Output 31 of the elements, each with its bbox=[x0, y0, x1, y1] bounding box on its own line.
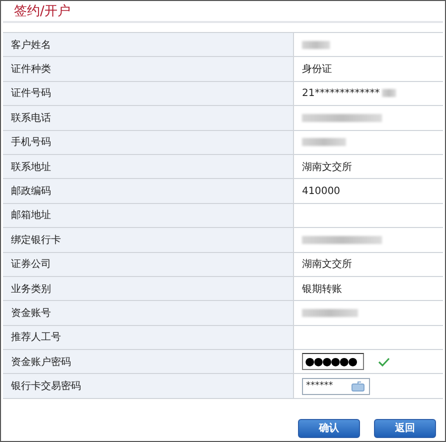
redacted-value bbox=[382, 89, 396, 98]
field-label: 证件种类 bbox=[3, 57, 294, 81]
field-label: 联系电话 bbox=[3, 106, 294, 130]
field-label: 邮政编码 bbox=[3, 179, 294, 203]
field-value: 湖南文交所 bbox=[302, 160, 352, 174]
redacted-value bbox=[302, 138, 346, 146]
field-label: 银行卡交易密码 bbox=[3, 374, 294, 398]
field-label: 联系地址 bbox=[3, 154, 294, 178]
field-value: 银期转账 bbox=[302, 282, 342, 296]
redacted-value bbox=[302, 308, 358, 317]
field-label: 手机号码 bbox=[3, 130, 294, 154]
field-label: 证件号码 bbox=[3, 82, 294, 106]
field-label: 资金账户密码 bbox=[3, 350, 294, 374]
field-label: 客户姓名 bbox=[3, 33, 294, 56]
password-field[interactable]: ●●●●●● bbox=[302, 353, 364, 370]
action-button[interactable]: 返回 bbox=[374, 418, 436, 438]
field-value: 身份证 bbox=[302, 63, 332, 76]
page-title: 签约/开户 bbox=[13, 3, 72, 20]
field-value: 湖南文交所 bbox=[302, 258, 352, 272]
field-label: 邮箱地址 bbox=[3, 204, 294, 228]
password-field[interactable]: ****** bbox=[302, 378, 370, 395]
field-label: 业务类别 bbox=[3, 276, 294, 300]
keyboard-icon[interactable] bbox=[351, 380, 365, 392]
field-label: 资金账号 bbox=[3, 301, 294, 325]
action-button[interactable]: 确认 bbox=[298, 418, 360, 438]
field-label: 绑定银行卡 bbox=[3, 228, 294, 252]
field-label: 推荐人工号 bbox=[3, 326, 294, 350]
field-value: 21************* bbox=[302, 88, 380, 99]
redacted-value bbox=[302, 40, 330, 49]
field-label: 证券公司 bbox=[3, 252, 294, 276]
field-value: 410000 bbox=[302, 186, 340, 197]
